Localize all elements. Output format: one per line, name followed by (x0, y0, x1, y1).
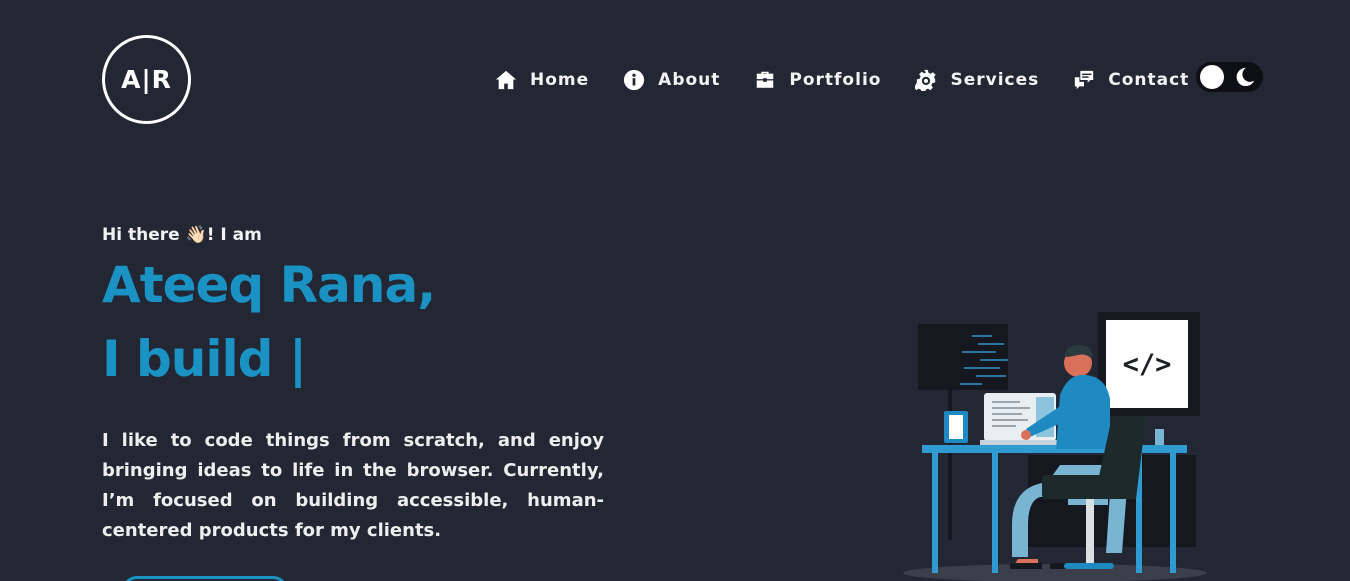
developer-illustration: </> (900, 305, 1210, 581)
logo-text: A|R (121, 65, 172, 94)
nav-item-home[interactable]: Home (495, 69, 589, 91)
moon-icon (1234, 66, 1256, 88)
nav-item-label: Services (950, 70, 1040, 90)
hero-name: Ateeq Rana, (102, 256, 436, 314)
briefcase-icon (754, 69, 776, 91)
nav-item-label: Contact (1108, 70, 1190, 90)
gear-icon (915, 69, 937, 91)
info-icon (623, 69, 645, 91)
home-icon (495, 69, 517, 91)
hero-bio: I like to code things from scratch, and … (102, 430, 604, 541)
cta-button[interactable] (122, 576, 288, 581)
typing-text: I build | (102, 330, 307, 388)
main-nav: Home About Portfolio Services Contact (495, 65, 1223, 95)
nav-item-label: Portfolio (789, 70, 882, 90)
theme-toggle[interactable] (1196, 62, 1263, 92)
greeting-text: Hi there 👋🏻! I am (102, 225, 262, 245)
chat-icon (1073, 69, 1095, 91)
nav-item-label: Home (530, 70, 590, 90)
nav-item-label: About (658, 70, 721, 90)
nav-item-services[interactable]: Services (915, 69, 1039, 91)
logo[interactable]: A|R (102, 35, 191, 124)
nav-item-about[interactable]: About (623, 69, 720, 91)
toggle-knob (1200, 65, 1224, 89)
code-symbol: </> (1123, 349, 1172, 380)
nav-item-contact[interactable]: Contact (1073, 69, 1189, 91)
nav-item-portfolio[interactable]: Portfolio (754, 69, 881, 91)
